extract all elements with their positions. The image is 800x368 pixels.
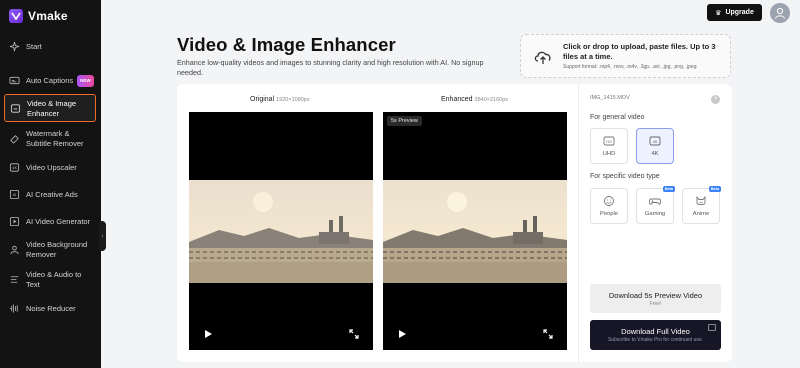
ai-ads-icon: AI xyxy=(9,189,20,200)
original-label: Original 1920×1080px xyxy=(250,96,310,103)
upgrade-button[interactable]: ♛ Upgrade xyxy=(707,4,762,21)
transcribe-icon xyxy=(9,274,20,285)
preview-tag: 5s Preview xyxy=(387,116,422,126)
background-remover-icon xyxy=(9,244,20,255)
sparkle-icon xyxy=(9,41,20,52)
smile-icon xyxy=(604,196,614,206)
fullscreen-icon[interactable] xyxy=(349,329,359,339)
sidebar-item-video-upscaler[interactable]: 4K Video Upscaler xyxy=(4,161,96,174)
cat-icon xyxy=(696,195,706,205)
sidebar-item-video-audio-to-text[interactable]: Video & Audio to Text xyxy=(4,268,96,292)
sidebar-item-label: AI Video Generator xyxy=(26,216,91,226)
sidebar-item-label: Video Background Remover xyxy=(26,240,88,259)
sidebar-item-auto-captions[interactable]: Auto Captions NEW xyxy=(4,74,96,87)
video-frame-image xyxy=(383,180,567,283)
sidebar-item-noise-reducer[interactable]: Noise Reducer xyxy=(4,302,96,315)
close-icon[interactable]: × xyxy=(711,95,720,104)
beta-badge: Beta xyxy=(708,186,721,192)
fullscreen-icon[interactable] xyxy=(543,329,553,339)
new-badge: NEW xyxy=(77,74,94,87)
specific-video-label: For specific video type xyxy=(590,173,660,180)
avatar[interactable] xyxy=(770,3,790,23)
svg-text:4K: 4K xyxy=(653,139,658,144)
video-frame-image xyxy=(189,180,373,283)
chevron-left-icon: ‹ xyxy=(101,232,104,240)
page-subtitle: Enhance low-quality videos and images to… xyxy=(177,58,484,77)
sidebar-item-ai-creative-ads[interactable]: AI AI Creative Ads xyxy=(4,188,96,201)
download-full-button[interactable]: Download Full Video Subscribe to Vmake P… xyxy=(590,320,721,350)
enhanced-video[interactable]: 5s Preview xyxy=(383,112,567,350)
upscale-icon: 4K xyxy=(9,162,20,173)
svg-text:4K: 4K xyxy=(12,166,17,170)
vmake-logo-icon xyxy=(9,9,23,23)
sidebar-item-label: Noise Reducer xyxy=(26,303,76,313)
sidebar-item-start[interactable]: Start xyxy=(4,40,96,53)
svg-text:AI: AI xyxy=(13,193,17,197)
crown-icon: ♛ xyxy=(715,9,722,17)
upload-formats: Support format: .mp4, .mov, .m4v, .3gp, … xyxy=(563,64,697,70)
sidebar-item-video-image-enhancer[interactable]: Video & Image Enhancer xyxy=(4,94,96,122)
gamepad-icon xyxy=(649,198,661,205)
hd-icon: HD xyxy=(603,136,615,146)
pro-icon xyxy=(708,324,716,331)
file-name: IMG_1415.MOV xyxy=(590,95,630,101)
cloud-upload-icon xyxy=(534,51,551,64)
sidebar-item-video-background-remover[interactable]: Video Background Remover xyxy=(4,238,96,262)
captions-icon xyxy=(9,75,20,86)
upload-dropzone[interactable]: Click or drop to upload, paste files. Up… xyxy=(520,34,731,78)
enhanced-label: Enhanced 3840×2160px xyxy=(441,96,509,103)
upload-instructions: Click or drop to upload, paste files. Up… xyxy=(563,42,716,61)
noise-icon xyxy=(9,303,20,314)
sidebar-item-label: Auto Captions xyxy=(26,75,74,85)
download-preview-button[interactable]: Download 5s Preview Video Free! xyxy=(590,284,721,313)
video-generator-icon xyxy=(9,216,20,227)
sidebar-item-label: AI Creative Ads xyxy=(26,189,78,199)
sidebar: Vmake Start Auto Captions NEW Video & Ima… xyxy=(0,0,101,368)
sidebar-item-ai-video-generator[interactable]: AI Video Generator xyxy=(4,215,96,228)
original-video[interactable] xyxy=(189,112,373,350)
4k-icon: 4K xyxy=(649,136,661,146)
sidebar-item-watermark-remover[interactable]: Watermark & Subtitle Remover xyxy=(4,127,96,151)
option-uhd[interactable]: HD UHD xyxy=(590,128,628,164)
sidebar-item-label: Video Upscaler xyxy=(26,162,77,172)
sidebar-collapse-button[interactable]: ‹ xyxy=(99,221,106,251)
general-video-label: For general video xyxy=(590,114,645,121)
eraser-icon xyxy=(9,133,20,144)
option-anime[interactable]: Beta Anime xyxy=(682,186,721,224)
sidebar-item-label: Video & Image Enhancer xyxy=(27,99,77,118)
page-title: Video & Image Enhancer xyxy=(177,34,396,55)
play-icon[interactable] xyxy=(397,329,407,339)
sidebar-item-label: Video & Audio to Text xyxy=(26,270,82,289)
panel-divider xyxy=(578,84,579,362)
brand-name: Vmake xyxy=(28,9,68,23)
play-icon[interactable] xyxy=(203,329,213,339)
beta-badge: Beta xyxy=(662,186,675,192)
option-people[interactable]: People xyxy=(590,188,628,224)
sidebar-item-label: Start xyxy=(26,41,42,51)
user-icon xyxy=(775,7,785,19)
option-4k[interactable]: 4K 4K xyxy=(636,128,674,164)
enhancer-icon xyxy=(10,103,21,114)
sidebar-item-label: Watermark & Subtitle Remover xyxy=(26,129,84,148)
option-gaming[interactable]: Beta Gaming xyxy=(636,186,675,224)
svg-text:HD: HD xyxy=(606,139,612,144)
brand-logo[interactable]: Vmake xyxy=(9,9,68,23)
